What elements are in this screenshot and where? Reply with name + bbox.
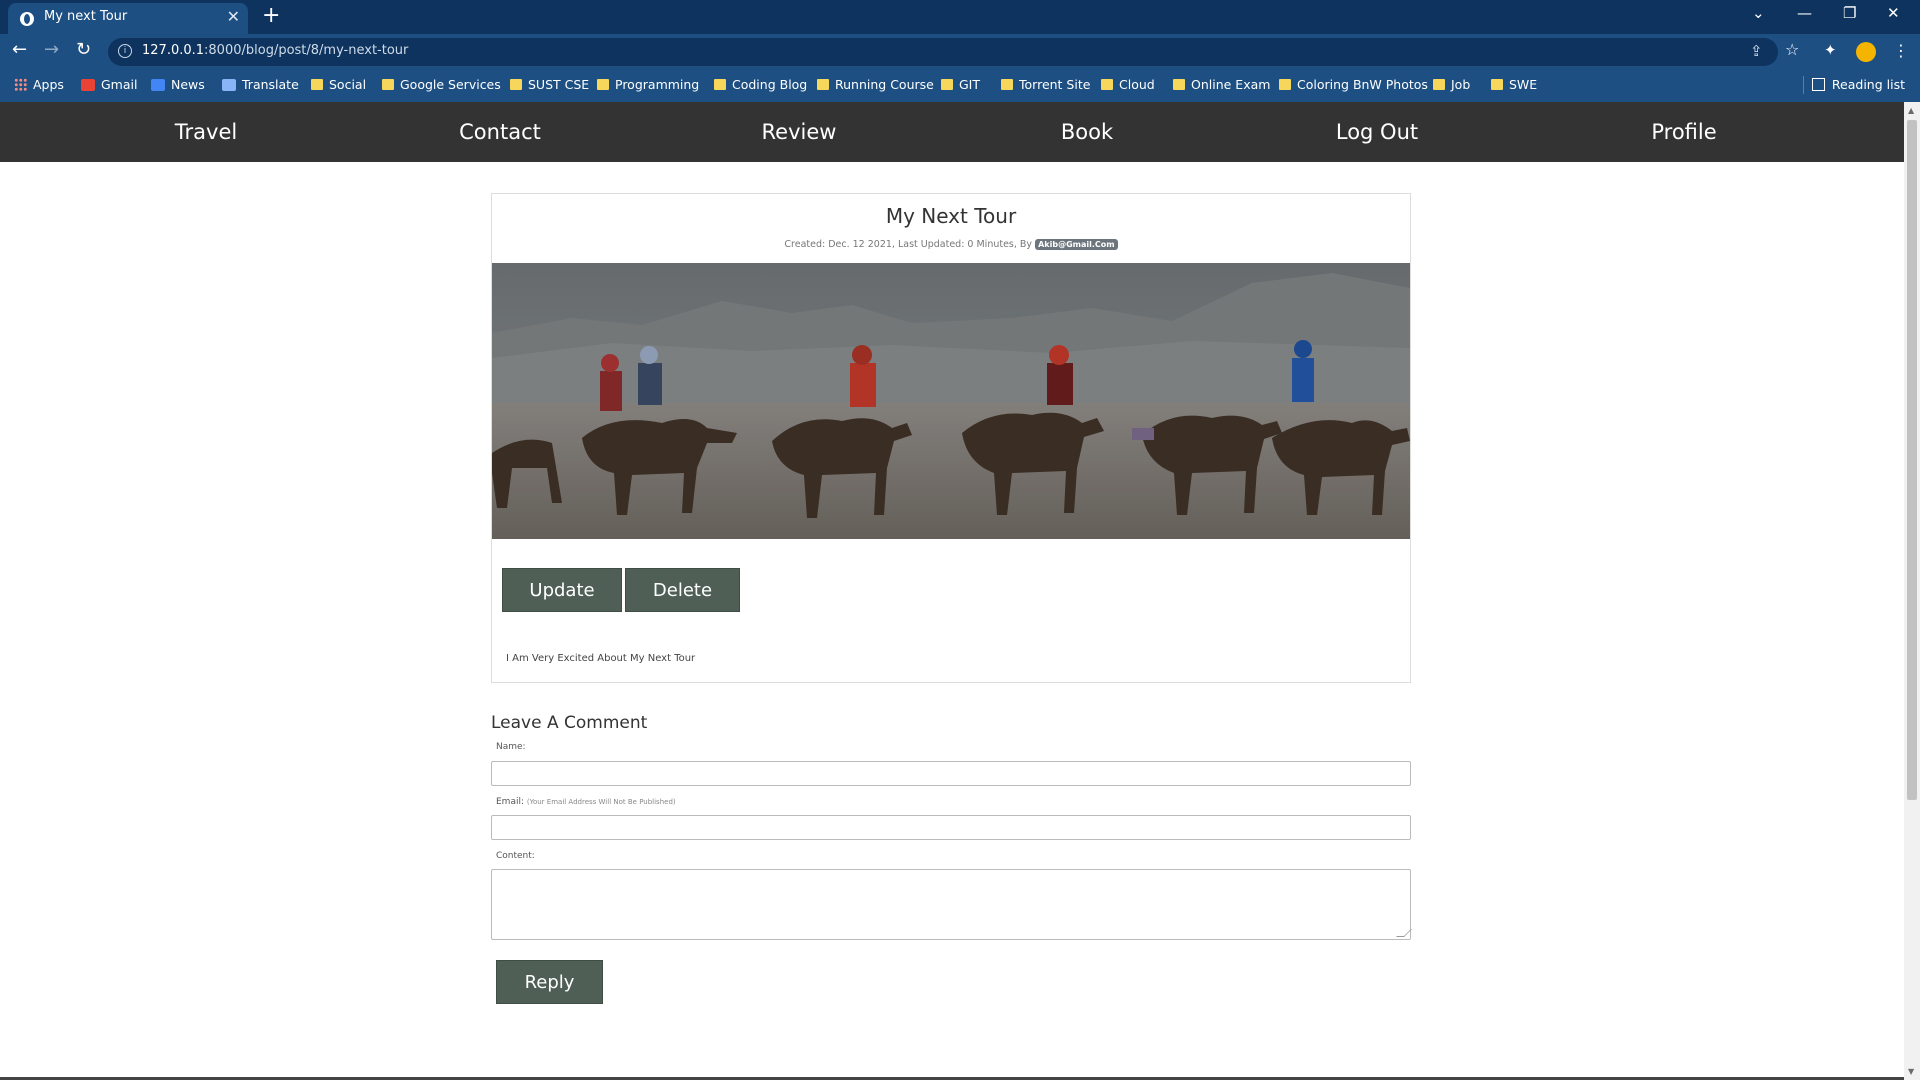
bookmark-cloud[interactable]: Cloud [1101, 77, 1155, 92]
scroll-up-icon[interactable]: ▲ [1908, 106, 1914, 115]
url-text[interactable]: 127.0.0.1:8000/blog/post/8/my-next-tour [142, 43, 408, 58]
author-badge: Akib@Gmail.Com [1035, 239, 1118, 250]
folder-icon [311, 79, 323, 90]
nav-profile[interactable]: Profile [1651, 102, 1716, 162]
folder-icon [1491, 79, 1503, 90]
extensions-icon[interactable]: ✦ [1824, 41, 1837, 59]
email-hint: (Your Email Address Will Not Be Publishe… [526, 798, 676, 806]
menu-dots-icon[interactable]: ⋮ [1893, 41, 1909, 60]
address-bar[interactable]: i 127.0.0.1:8000/blog/post/8/my-next-tou… [108, 38, 1778, 66]
avatar[interactable] [1856, 42, 1876, 62]
folder-icon [1001, 79, 1013, 90]
bookmark-git[interactable]: GIT [941, 77, 980, 92]
content-label: Content: [496, 851, 535, 861]
bookmark-social[interactable]: Social [311, 77, 366, 92]
nav-contact[interactable]: Contact [459, 102, 541, 162]
post-body-text: I Am Very Excited About My Next Tour [506, 653, 696, 664]
folder-icon [941, 79, 953, 90]
post-meta-text: Created: Dec. 12 2021, Last Updated: 0 M… [784, 239, 1033, 250]
folder-icon [1279, 79, 1291, 90]
globe-icon [20, 12, 34, 26]
nav-review[interactable]: Review [762, 102, 837, 162]
email-label: Email: (Your Email Address Will Not Be P… [496, 797, 676, 807]
nav-travel[interactable]: Travel [175, 102, 237, 162]
nav-log-out[interactable]: Log Out [1336, 102, 1418, 162]
comment-form-title: Leave A Comment [491, 713, 648, 733]
restore-icon[interactable]: ❐ [1843, 4, 1856, 22]
bookmark-job[interactable]: Job [1433, 77, 1470, 92]
bookmark-sust-cse[interactable]: SUST CSE [510, 77, 589, 92]
folder-icon [817, 79, 829, 90]
reading-list-button[interactable]: Reading list [1811, 77, 1905, 92]
content-textarea[interactable] [491, 869, 1412, 940]
reply-button[interactable]: Reply [496, 960, 603, 1004]
site-navbar: Travel Contact Review Book Log Out Profi… [0, 102, 1904, 162]
folder-icon [714, 79, 726, 90]
bookmark-gmail[interactable]: Gmail [81, 77, 137, 92]
bookmark-coding-blog[interactable]: Coding Blog [714, 77, 807, 92]
bookmarks-bar: Apps Gmail News Translate Social Google … [0, 70, 1920, 102]
scroll-thumb[interactable] [1907, 120, 1917, 800]
folder-icon [382, 79, 394, 90]
update-button[interactable]: Update [502, 568, 622, 612]
folder-icon [597, 79, 609, 90]
bookmark-swe[interactable]: SWE [1491, 77, 1537, 92]
news-icon [151, 78, 165, 91]
page-scrollbar[interactable]: ▲ ▼ [1904, 102, 1920, 1080]
bookmark-news[interactable]: News [151, 77, 205, 92]
delete-button[interactable]: Delete [625, 568, 740, 612]
tab-title: My next Tour [44, 9, 128, 24]
bookmarks-divider [1803, 76, 1804, 94]
bookmark-torrent-site[interactable]: Torrent Site [1001, 77, 1090, 92]
bookmark-programming[interactable]: Programming [597, 77, 699, 92]
post-card: My Next Tour Created: Dec. 12 2021, Last… [491, 193, 1411, 683]
reading-list-icon [1811, 78, 1825, 91]
site-info-icon[interactable]: i [118, 44, 132, 58]
nav-book[interactable]: Book [1061, 102, 1113, 162]
back-icon[interactable]: ← [12, 39, 27, 60]
post-image [492, 263, 1410, 539]
camel-caravan-image [492, 263, 1410, 539]
bookmark-star-icon[interactable]: ☆ [1785, 40, 1799, 59]
forward-icon[interactable]: → [44, 39, 59, 60]
bookmark-online-exam[interactable]: Online Exam [1173, 77, 1270, 92]
post-title: My Next Tour [885, 204, 1017, 228]
bookmark-running-course[interactable]: Running Course [817, 77, 934, 92]
resize-handle-icon[interactable] [1396, 929, 1412, 937]
post-meta: Created: Dec. 12 2021, Last Updated: 0 M… [492, 239, 1410, 250]
bookmark-translate[interactable]: Translate [222, 77, 299, 92]
bookmark-coloring-bnw-photos[interactable]: Coloring BnW Photos [1279, 77, 1428, 92]
folder-icon [1433, 79, 1445, 90]
minimize-icon[interactable]: — [1797, 4, 1812, 22]
browser-tab-strip: My next Tour ✕ + ⌄ — ❐ ✕ [0, 0, 1920, 34]
scroll-down-icon[interactable]: ▼ [1908, 1067, 1914, 1076]
close-window-icon[interactable]: ✕ [1887, 4, 1900, 22]
bookmark-google-services[interactable]: Google Services [382, 77, 501, 92]
name-label: Name: [496, 742, 526, 752]
gmail-icon [81, 78, 95, 91]
folder-icon [1101, 79, 1113, 90]
email-label-text: Email: [496, 797, 525, 807]
new-tab-icon[interactable]: + [262, 3, 280, 28]
apps-grid-icon [14, 78, 27, 91]
reload-icon[interactable]: ↻ [76, 39, 91, 60]
email-field[interactable] [491, 815, 1411, 840]
browser-tab[interactable]: My next Tour ✕ [8, 3, 248, 34]
share-icon[interactable]: ⇪ [1750, 42, 1763, 60]
name-field[interactable] [491, 761, 1411, 786]
browser-toolbar: ← → ↻ i 127.0.0.1:8000/blog/post/8/my-ne… [0, 34, 1920, 70]
close-tab-icon[interactable]: ✕ [227, 7, 240, 26]
bookmark-apps[interactable]: Apps [14, 77, 64, 92]
translate-icon [222, 78, 236, 91]
folder-icon [510, 79, 522, 90]
folder-icon [1173, 79, 1185, 90]
tab-search-icon[interactable]: ⌄ [1752, 4, 1765, 22]
